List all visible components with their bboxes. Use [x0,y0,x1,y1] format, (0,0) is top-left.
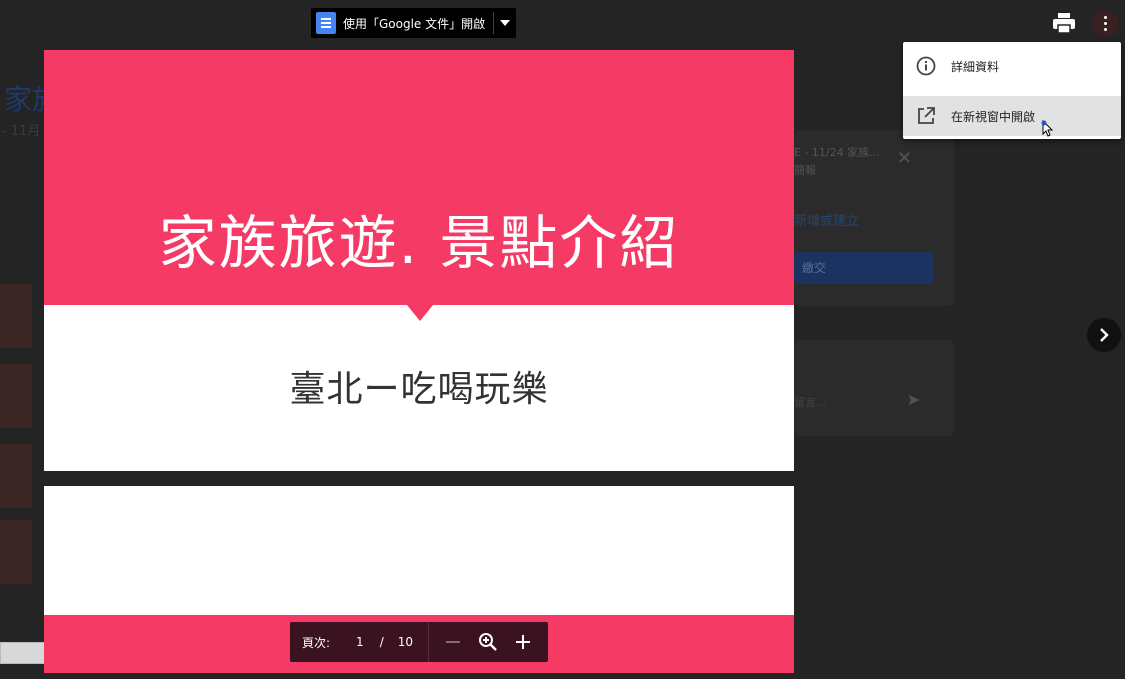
bg-comment-card: 留言... ➤ [794,340,954,436]
slide-subtitle: 臺北ー吃喝玩樂 [289,369,549,410]
slide-page-1: 家族旅遊. 景點介紹 臺北ー吃喝玩樂 [44,50,794,471]
google-docs-icon [316,12,336,34]
zoom-icon [479,633,497,651]
bg-close-icon: ✕ [896,148,912,169]
menu-item-details[interactable]: 詳細資料 [903,46,1121,86]
bg-card-title: E - 11/24 家族... [794,146,880,159]
next-file-button[interactable] [1087,318,1121,352]
slide-title: 家族旅遊. 景點介紹 [158,209,680,277]
zoom-reset-button[interactable] [477,631,499,653]
bg-card-subtitle: 簡報 [794,164,816,177]
divider [493,12,495,34]
info-icon [916,56,936,76]
bg-send-icon: ➤ [906,390,920,409]
zoom-in-button[interactable] [512,631,534,653]
bg-submit-button: 繳交 [794,252,934,284]
bg-class-subtitle: - 11月 [2,124,41,139]
bg-card-link: 新增或建立 [794,214,860,229]
open-with-label: 使用「Google 文件」開啟 [343,16,486,31]
page-current[interactable]: 1 [356,635,364,649]
bg-thumbnail [0,520,32,584]
menu-item-open-in-new-window[interactable]: 在新視窗中開啟 [903,96,1121,136]
slide-banner-notch [407,305,433,321]
bg-comment-hint: 留言... [794,396,827,409]
bg-assignment-card: E - 11/24 家族... 簡報 ✕ 新增或建立 繳交 [794,130,954,306]
page-label: 頁次: [302,635,331,650]
bg-thumbnail [0,364,32,428]
mouse-cursor-icon [1041,120,1054,137]
bg-thumbnail [0,444,32,508]
open-with-google-docs-button[interactable]: 使用「Google 文件」開啟 [311,8,516,38]
more-options-menu: 詳細資料 在新視窗中開啟 [903,42,1121,139]
divider [428,622,430,662]
open-in-new-icon [918,107,935,124]
menu-item-label: 詳細資料 [951,59,1000,74]
page-total: 10 [397,635,414,649]
print-icon[interactable] [1052,12,1076,34]
chevron-right-icon [1100,328,1109,342]
page-controls: 頁次: 1 / 10 [290,622,548,662]
menu-item-label: 在新視窗中開啟 [951,109,1036,124]
more-options-icon[interactable] [1092,10,1118,36]
page-separator: / [379,635,384,649]
minus-icon [446,641,461,643]
plus-icon [516,635,531,649]
zoom-out-button[interactable] [442,631,464,653]
chevron-down-icon[interactable] [500,20,511,26]
bg-thumbnail [0,284,32,348]
